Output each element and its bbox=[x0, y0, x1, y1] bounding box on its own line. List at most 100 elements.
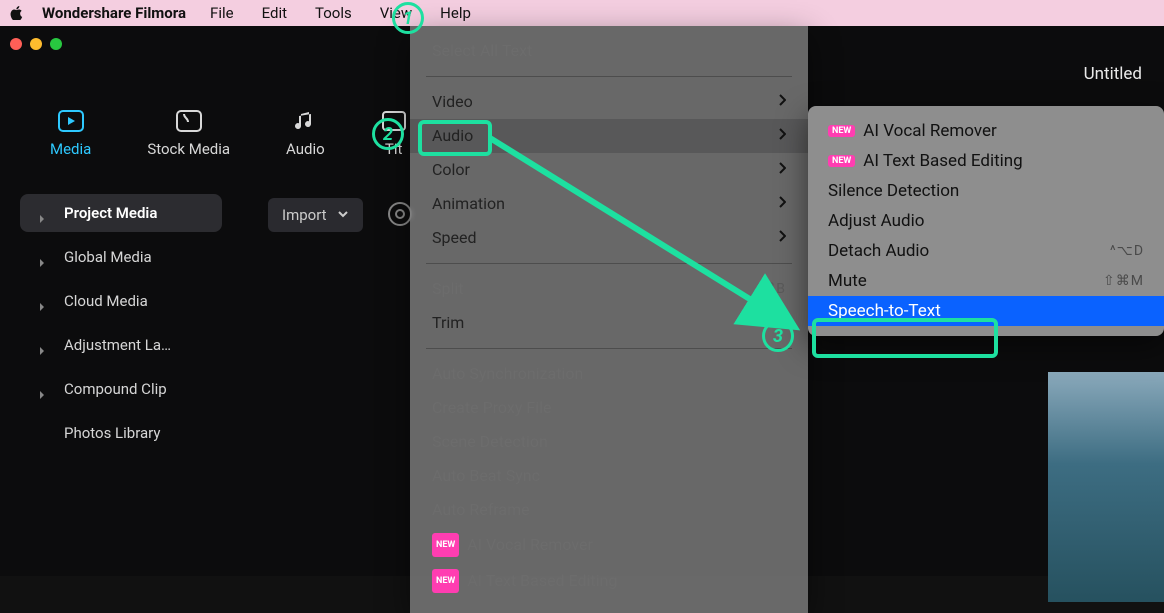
submenu-item-ai-text-based-editing[interactable]: NEW AI Text Based Editing bbox=[808, 146, 1164, 176]
menu-shortcut: ⇧⌘M bbox=[1103, 273, 1144, 289]
titles-icon bbox=[381, 110, 407, 132]
sidebar-item[interactable]: Global Media bbox=[20, 238, 222, 276]
chevron-right-icon bbox=[38, 297, 46, 305]
chevron-right-icon bbox=[778, 312, 786, 334]
menu-separator bbox=[426, 76, 792, 77]
submenu-item-label: Speech-to-Text bbox=[828, 301, 941, 321]
sidebar-item[interactable]: Cloud Media bbox=[20, 282, 222, 320]
submenu-item-label: AI Text Based Editing bbox=[863, 151, 1022, 171]
menu-item-color[interactable]: Color bbox=[410, 153, 808, 187]
media-sidebar: Project Media Global Media Cloud Media Adju… bbox=[6, 188, 236, 458]
chevron-right-icon bbox=[778, 193, 786, 215]
menu-view[interactable]: View bbox=[380, 4, 412, 22]
menu-separator bbox=[426, 348, 792, 349]
import-label: Import bbox=[282, 206, 327, 224]
menu-item-audio[interactable]: Audio bbox=[410, 119, 808, 153]
menu-item-scene-detection: Scene Detection bbox=[410, 425, 808, 459]
sidebar-item[interactable]: Photos Library bbox=[20, 414, 222, 452]
menu-item-animation[interactable]: Animation bbox=[410, 187, 808, 221]
submenu-item-label: Detach Audio bbox=[828, 241, 929, 261]
chevron-right-icon bbox=[778, 125, 786, 147]
menu-item-label: Audio bbox=[432, 125, 473, 147]
new-badge: NEW bbox=[432, 569, 459, 593]
menu-item-auto-reframe: Auto Reframe bbox=[410, 493, 808, 527]
window-traffic-lights bbox=[10, 38, 62, 50]
menu-item-label: Speed bbox=[432, 227, 476, 249]
menu-item-label: Color bbox=[432, 159, 470, 181]
menu-file[interactable]: File bbox=[210, 4, 234, 22]
tab-audio[interactable]: Audio bbox=[286, 110, 325, 158]
menu-item-label: Auto Reframe bbox=[432, 499, 530, 521]
menu-edit[interactable]: Edit bbox=[262, 4, 287, 22]
menu-item-label: Auto Beat Sync bbox=[432, 465, 540, 487]
submenu-item-mute[interactable]: Mute ⇧⌘M bbox=[808, 266, 1164, 296]
chevron-right-icon bbox=[778, 227, 786, 249]
sidebar-item-label: Compound Clip bbox=[64, 380, 167, 398]
tab-label: Stock Media bbox=[147, 140, 230, 158]
document-title: Untitled bbox=[1084, 64, 1142, 84]
submenu-item-ai-vocal-remover[interactable]: NEW AI Vocal Remover bbox=[808, 116, 1164, 146]
menu-item-label: AI Text Based Editing bbox=[467, 570, 617, 592]
menu-item-label: Trim bbox=[432, 312, 464, 334]
submenu-item-label: AI Vocal Remover bbox=[863, 121, 996, 141]
menu-item-select-all-text: Select All Text bbox=[410, 34, 808, 68]
app-name-label: Wondershare Filmora bbox=[42, 4, 186, 22]
menu-item-label: Scene Detection bbox=[432, 431, 548, 453]
menu-item-video[interactable]: Video bbox=[410, 85, 808, 119]
menu-item-trim[interactable]: Trim bbox=[410, 306, 808, 340]
top-toolbar: Media Stock Media Audio Tit bbox=[50, 110, 407, 158]
sidebar-item-label: Cloud Media bbox=[64, 292, 148, 310]
chevron-right-icon bbox=[778, 159, 786, 181]
apple-logo-icon[interactable] bbox=[10, 6, 24, 20]
sidebar-item[interactable]: Adjustment La… bbox=[20, 326, 222, 364]
chevron-right-icon bbox=[38, 253, 46, 261]
menu-item-text-based-editing: NEW AI Text Based Editing bbox=[410, 563, 808, 599]
media-icon bbox=[58, 110, 84, 132]
submenu-item-adjust-audio[interactable]: Adjust Audio bbox=[808, 206, 1164, 236]
tab-label: Tit bbox=[385, 140, 403, 158]
submenu-item-detach-audio[interactable]: Detach Audio ^⌥D bbox=[808, 236, 1164, 266]
record-button[interactable] bbox=[388, 202, 412, 226]
menu-item-label: Video bbox=[432, 91, 473, 113]
window-close-button[interactable] bbox=[10, 38, 22, 50]
menu-item-speed[interactable]: Speed bbox=[410, 221, 808, 255]
menu-item-label: AI Vocal Remover bbox=[467, 534, 593, 556]
menu-item-label: Auto Synchronization bbox=[432, 363, 583, 385]
import-button[interactable]: Import bbox=[268, 198, 363, 232]
sidebar-item-label: Adjustment La… bbox=[64, 336, 171, 354]
stock-icon bbox=[176, 110, 202, 132]
window-zoom-button[interactable] bbox=[50, 38, 62, 50]
menu-item-label: Create Proxy File bbox=[432, 397, 551, 419]
submenu-item-silence-detection[interactable]: Silence Detection bbox=[808, 176, 1164, 206]
submenu-item-label: Silence Detection bbox=[828, 181, 959, 201]
sidebar-item[interactable]: Project Media bbox=[20, 194, 222, 232]
chevron-right-icon bbox=[38, 209, 46, 217]
submenu-item-speech-to-text[interactable]: Speech-to-Text bbox=[808, 296, 1164, 326]
menu-tools[interactable]: Tools bbox=[315, 4, 352, 22]
menu-item-label: Animation bbox=[432, 193, 505, 215]
new-badge: NEW bbox=[432, 533, 459, 557]
sidebar-item[interactable]: Compound Clip bbox=[20, 370, 222, 408]
tab-media[interactable]: Media bbox=[50, 110, 91, 158]
menu-help[interactable]: Help bbox=[440, 4, 471, 22]
window-minimize-button[interactable] bbox=[30, 38, 42, 50]
menu-separator bbox=[426, 263, 792, 264]
chevron-right-icon bbox=[778, 91, 786, 113]
new-badge: NEW bbox=[828, 125, 855, 137]
new-badge: NEW bbox=[828, 155, 855, 167]
tab-titles[interactable]: Tit bbox=[381, 110, 407, 158]
chevron-right-icon bbox=[38, 341, 46, 349]
sidebar-item-label: Global Media bbox=[64, 248, 152, 266]
mac-menu-bar: Wondershare Filmora File Edit Tools View… bbox=[0, 0, 1164, 26]
tab-stock-media[interactable]: Stock Media bbox=[147, 110, 230, 158]
menu-item-proxy: Create Proxy File bbox=[410, 391, 808, 425]
menu-item-beat-sync: Auto Beat Sync bbox=[410, 459, 808, 493]
menu-item-split: Split⌘B bbox=[410, 272, 808, 306]
submenu-item-label: Adjust Audio bbox=[828, 211, 924, 231]
submenu-item-label: Mute bbox=[828, 271, 867, 291]
sidebar-item-label: Photos Library bbox=[64, 424, 160, 442]
audio-icon bbox=[292, 110, 318, 132]
audio-submenu: NEW AI Vocal Remover NEW AI Text Based Edit… bbox=[808, 106, 1164, 336]
menu-shortcut: ^⌥D bbox=[1110, 243, 1144, 259]
chevron-down-icon bbox=[337, 206, 349, 224]
